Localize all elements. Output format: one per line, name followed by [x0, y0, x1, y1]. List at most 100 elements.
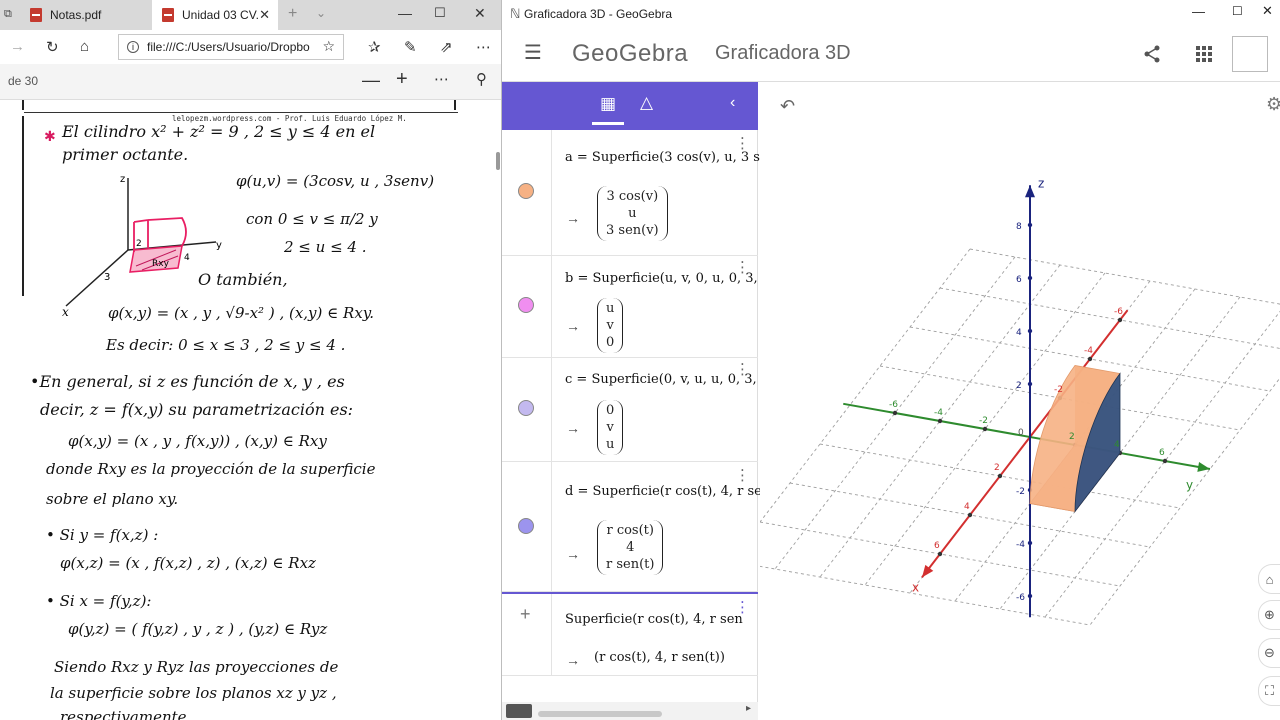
maximize-button[interactable]: ☐ — [434, 5, 446, 21]
add-item-icon[interactable]: + — [520, 604, 531, 625]
menu-icon[interactable]: ☰ — [524, 40, 542, 65]
new-tab-button[interactable]: + — [288, 5, 297, 23]
graphics-3d-view[interactable]: ↶ ⚙ -6 -4 -2 2 4 6 x -6 -4 -2 2 4 6 y 8 6 4 2 -2 -4 -6 z 0 ⌂ ⊕… — [760, 82, 1280, 720]
row-menu-icon[interactable]: ⋮ — [735, 598, 750, 616]
avatar[interactable] — [1232, 36, 1268, 72]
row-output: 0vu — [597, 400, 624, 455]
refresh-icon[interactable]: ↻ — [46, 38, 59, 56]
tab-notas[interactable]: Notas.pdf — [18, 0, 148, 30]
pdf-scrollbar[interactable] — [458, 100, 501, 720]
pdf-line: donde Rxy es la proyección de la superfi… — [46, 460, 376, 478]
zoom-out-icon[interactable]: ⊖ — [1258, 638, 1280, 668]
close-window-button[interactable]: ✕ — [474, 5, 486, 22]
pen-icon[interactable]: ✎ — [404, 38, 417, 56]
apps-grid-icon[interactable] — [1196, 46, 1212, 62]
x-tick-label: -4 — [1084, 346, 1093, 356]
app-name: Graficadora 3D — [715, 42, 851, 64]
pin-icon[interactable]: ⚲ — [476, 70, 487, 88]
z-tick-label: -2 — [1016, 487, 1025, 497]
geogebra-app-icon: ℕ — [510, 6, 521, 21]
tab-label: Notas.pdf — [50, 8, 102, 22]
zoom-in-icon[interactable]: ⊕ — [1258, 600, 1280, 630]
active-tab-indicator — [592, 122, 624, 125]
algebra-input-row[interactable]: + Superficie(r cos(t), 4, r sen ⋮ → (r c… — [502, 592, 758, 676]
close-tab-icon[interactable]: ✕ — [259, 7, 270, 23]
graphics-3d-canvas[interactable]: -6 -4 -2 2 4 6 x -6 -4 -2 2 4 6 y 8 6 4 2 -2 -4 -6 z 0 — [760, 82, 1280, 720]
keyboard-icon[interactable] — [506, 704, 532, 718]
share-icon[interactable]: ⇗ — [440, 38, 453, 56]
x-tick-mark — [937, 551, 943, 557]
algebra-row-d[interactable]: d = Superficie(r cos(t), 4, r se ⋮ → r c… — [502, 462, 762, 592]
row-input[interactable]: d = Superficie(r cos(t), 4, r se — [565, 484, 762, 499]
row-menu-icon[interactable]: ⋮ — [735, 466, 750, 484]
home-view-icon[interactable]: ⌂ — [1258, 564, 1280, 594]
row-menu-icon[interactable]: ⋮ — [735, 134, 750, 152]
z-tick-label: 4 — [1016, 328, 1022, 338]
zoom-out-button[interactable]: — — [362, 70, 380, 91]
algebra-row-c[interactable]: c = Superficie(0, v, u, u, 0, 3, v ⋮ → 0… — [502, 358, 768, 462]
tab-list-chevron-icon[interactable]: ⌄ — [316, 6, 326, 20]
minimize-button[interactable]: — — [1192, 4, 1205, 19]
calculator-icon[interactable]: ▦ — [600, 94, 616, 114]
maximize-button[interactable]: ☐ — [1232, 4, 1243, 18]
visibility-marker[interactable] — [518, 518, 534, 534]
z-axis-arrow — [1025, 185, 1035, 198]
window-title: Graficadora 3D - GeoGebra — [524, 7, 673, 21]
pdf-line: Es decir: 0 ≤ x ≤ 3 , 2 ≤ y ≤ 4 . — [106, 336, 346, 354]
pdf-line: φ(u,v) = (3cosv, u , 3senv) — [236, 172, 435, 190]
address-text: file:///C:/Users/Usuario/Dropbo — [147, 40, 310, 54]
visibility-marker[interactable] — [518, 297, 534, 313]
x-axis-arrow — [922, 564, 934, 578]
scroll-thumb[interactable] — [496, 152, 500, 170]
share-icon[interactable] — [1143, 45, 1161, 63]
y-tick-mark — [982, 426, 988, 432]
minimize-button[interactable]: — — [398, 5, 412, 21]
row-input[interactable]: a = Superficie(3 cos(v), u, 3 se — [565, 150, 768, 165]
tab-unidad[interactable]: Unidad 03 CV. ✕ — [152, 0, 278, 30]
algebra-row-b[interactable]: b = Superficie(u, v, 0, u, 0, 3, v ⋮ → u… — [502, 256, 769, 358]
favorite-star-icon[interactable]: ☆ — [322, 38, 335, 55]
scroll-thumb[interactable] — [538, 711, 662, 717]
algebra-row-a[interactable]: a = Superficie(3 cos(v), u, 3 se ⋮ → 3 c… — [502, 130, 768, 256]
page-indicator: de 30 — [8, 74, 39, 88]
output-arrow-icon: → — [566, 652, 580, 668]
zoom-in-button[interactable]: + — [396, 68, 408, 91]
grid-line — [939, 287, 1280, 349]
tools-icon[interactable]: △ — [640, 93, 653, 113]
more-icon[interactable]: ⋯ — [476, 38, 491, 56]
close-window-button[interactable]: ✕ — [1262, 3, 1273, 19]
scroll-right-icon[interactable]: ▸ — [746, 703, 751, 714]
x-tick-mark — [1087, 356, 1093, 362]
tab-actions-icon[interactable]: ⧉ — [4, 8, 12, 21]
x-tick-label: -6 — [1114, 307, 1123, 317]
page-border — [22, 100, 24, 110]
app-header: ☰ GeoGebra Graficadora 3D — [502, 28, 1280, 82]
cylinder-sketch: z y x 3 2 4 Rxy — [62, 174, 222, 319]
grid-line — [760, 248, 971, 523]
sketch-label-x: x — [62, 305, 69, 319]
fullscreen-icon[interactable]: ⛶ — [1258, 676, 1280, 706]
title-bar: ℕ Graficadora 3D - GeoGebra — ☐ ✕ — [502, 0, 1280, 28]
favorites-icon[interactable]: ✰ — [368, 38, 381, 56]
z-axis-label: z — [1038, 176, 1044, 190]
row-menu-icon[interactable]: ⋮ — [735, 258, 750, 276]
pdf-file-icon — [30, 8, 42, 22]
y-axis-label: y — [1186, 478, 1193, 492]
pdf-line: decir, z = f(x,y) su parametrización es: — [40, 400, 354, 419]
back-arrow-icon[interactable]: → — [10, 38, 25, 55]
row-menu-icon[interactable]: ⋮ — [735, 360, 750, 378]
visibility-marker[interactable] — [518, 400, 534, 416]
pdf-line: sobre el plano xy. — [46, 490, 179, 508]
collapse-chevron-icon[interactable]: ‹ — [730, 94, 735, 112]
algebra-input[interactable]: Superficie(r cos(t), 4, r sen — [565, 612, 743, 627]
x-tick-mark — [997, 473, 1003, 479]
address-bar[interactable]: i file:///C:/Users/Usuario/Dropbo ☆ — [118, 34, 344, 60]
visibility-marker[interactable] — [518, 183, 534, 199]
bottom-scrollbar[interactable]: ▸ — [502, 702, 758, 720]
origin-label: 0 — [1018, 428, 1024, 438]
pdf-viewer[interactable]: lelopezm.wordpress.com - Prof. Luis Edua… — [0, 100, 501, 720]
y-tick-label: 6 — [1159, 448, 1165, 458]
pdf-more-icon[interactable]: ⋯ — [434, 70, 449, 88]
sketch-label-2: 2 — [136, 239, 142, 249]
home-icon[interactable]: ⌂ — [80, 38, 89, 55]
